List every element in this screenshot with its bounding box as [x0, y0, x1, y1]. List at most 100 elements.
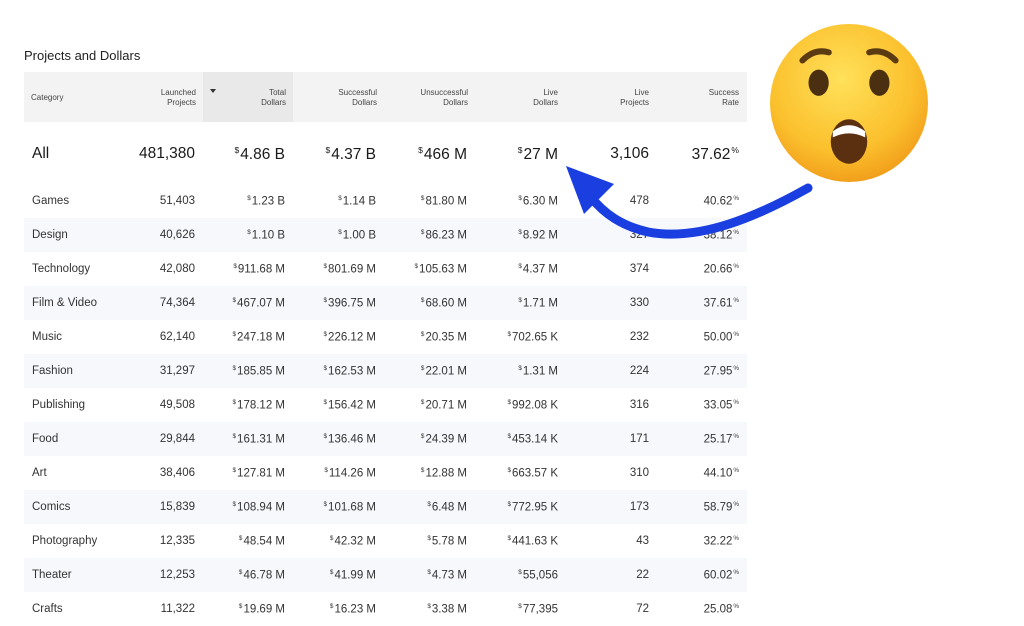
cell-total: $19.69 M: [239, 603, 285, 615]
cell-successful: $1.14 B: [338, 195, 376, 207]
cell-value: 72: [636, 603, 649, 615]
table-row[interactable]: Fashion 31,297 $185.85 M $162.53 M $22.01 M $…: [24, 354, 747, 388]
cell-rate: 25.08%: [704, 603, 739, 615]
table-row[interactable]: Film & Video 74,364 $467.07 M $396.75 M $68.…: [24, 286, 747, 320]
table-row[interactable]: Design 40,626 $1.10 B $1.00 B $86.23 M $8.92 …: [24, 218, 747, 252]
cell-live-dollars: $1.71 M: [518, 297, 558, 309]
cell-value: 37.61: [703, 297, 733, 310]
table-row[interactable]: Theater 12,253 $46.78 M $41.99 M $4.73 M $55,…: [24, 558, 747, 592]
cell-live-dollars: $8.92 M: [518, 229, 558, 241]
dollar-sign: $: [323, 433, 328, 440]
cell-category: Food: [32, 433, 59, 445]
cell-value: 40,626: [159, 229, 195, 241]
col-header-category[interactable]: Category: [31, 93, 63, 103]
dollar-sign: $: [518, 569, 522, 576]
cell-unsuccessful: $6.48 M: [427, 501, 467, 513]
col-header-launched-projects[interactable]: Launched Projects: [161, 88, 196, 107]
table-row[interactable]: Comics 15,839 $108.94 M $101.68 M $6.48 M $77…: [24, 490, 747, 524]
cell-launched: 42,080: [160, 263, 195, 275]
astonished-face-icon: [770, 24, 928, 182]
cell-successful: $162.53 M: [324, 365, 376, 377]
cell-value: 6.30 M: [522, 195, 558, 208]
cell-live-dollars: $453.14 K: [507, 433, 558, 445]
cell-launched: 49,508: [160, 399, 195, 411]
cell-successful: $114.26 M: [324, 467, 376, 479]
table-row[interactable]: Food 29,844 $161.31 M $136.46 M $24.39 M $453…: [24, 422, 747, 456]
cell-rate: 50.00%: [704, 331, 739, 343]
dollar-sign: $: [507, 535, 511, 542]
cell-unsuccessful: $105.63 M: [415, 263, 467, 275]
cell-value: 62,140: [159, 331, 195, 343]
cell-value: 114.26 M: [328, 467, 376, 480]
all-row[interactable]: All 481,380 $4.86 B $4.37 B $466 M $27 M…: [24, 122, 747, 184]
cell-value: 801.69 M: [328, 263, 376, 276]
dollar-sign: $: [420, 365, 425, 372]
dollar-sign: $: [323, 365, 328, 372]
table-row[interactable]: Art 38,406 $127.81 M $114.26 M $12.88 M $663.…: [24, 456, 747, 490]
cell-successful: $41.99 M: [330, 569, 376, 581]
dollar-sign: $: [232, 467, 237, 474]
cell-live-dollars: $772.95 K: [507, 501, 558, 513]
cell-value: 136.46 M: [328, 433, 376, 446]
table-row[interactable]: Games 51,403 $1.23 B $1.14 B $81.80 M $6.30 M…: [24, 184, 747, 218]
col-header-live-projects[interactable]: Live Projects: [620, 88, 649, 107]
cell-value: 43: [636, 535, 649, 547]
cell-value: 27.95: [703, 365, 733, 378]
table-row[interactable]: Music 62,140 $247.18 M $226.12 M $20.35 M $70…: [24, 320, 747, 354]
cell-value: 1.23 B: [251, 195, 285, 208]
col-header-unsuccessful-dollars[interactable]: Unsuccessful Dollars: [420, 88, 468, 107]
cell-unsuccessful: $5.78 M: [427, 535, 467, 547]
col-header-live-dollars[interactable]: Live Dollars: [533, 88, 558, 107]
cell-live-dollars: $4.37 M: [518, 263, 558, 275]
col-header-success-rate[interactable]: Success Rate: [709, 88, 739, 107]
cell-value: 772.95 K: [511, 501, 558, 514]
cell-category: Music: [32, 331, 63, 343]
cell-value: 81.80 M: [425, 195, 467, 208]
cell-value: 327: [629, 229, 649, 241]
cell-value: 46.78 M: [243, 569, 285, 582]
cell-value: 40.62: [703, 195, 733, 208]
col-header-successful-dollars[interactable]: Successful Dollars: [338, 88, 377, 107]
header-line2: Rate: [722, 97, 739, 107]
dollar-sign: $: [517, 145, 523, 155]
cell-successful: $156.42 M: [324, 399, 376, 411]
dollar-sign: $: [338, 229, 342, 236]
dollar-sign: $: [420, 433, 425, 440]
dollar-sign: $: [507, 501, 511, 508]
all-live-dollars-value: 27 M: [523, 145, 558, 163]
cell-unsuccessful: $20.71 M: [421, 399, 467, 411]
all-success-rate: 37.62%: [692, 145, 739, 164]
cell-category: Publishing: [32, 399, 86, 411]
cell-value: 478: [629, 195, 649, 207]
cell-value: 31,297: [159, 365, 195, 377]
percent-sign: %: [733, 501, 739, 508]
cell-live-projects: 224: [630, 365, 649, 377]
cell-total: $1.10 B: [247, 229, 285, 241]
table-row[interactable]: Publishing 49,508 $178.12 M $156.42 M $20.71…: [24, 388, 747, 422]
cell-successful: $226.12 M: [324, 331, 376, 343]
cell-unsuccessful: $12.88 M: [421, 467, 467, 479]
cell-live-dollars: $55,056: [518, 569, 558, 581]
percent-sign: %: [733, 365, 739, 372]
header-line1: Total: [269, 88, 286, 97]
cell-value: 1.14 B: [342, 195, 376, 208]
cell-value: 24.39 M: [425, 433, 467, 446]
cell-value: 171: [629, 433, 649, 445]
cell-rate: 40.62%: [704, 195, 739, 207]
table-row[interactable]: Technology 42,080 $911.68 M $801.69 M $105.6…: [24, 252, 747, 286]
cell-value: 12.88 M: [425, 467, 467, 480]
cell-unsuccessful: $81.80 M: [421, 195, 467, 207]
table-row[interactable]: Photography 12,335 $48.54 M $42.32 M $5.78 M…: [24, 524, 747, 558]
sort-caret-icon[interactable]: [210, 89, 216, 93]
cell-category: Design: [32, 229, 68, 241]
all-live-dollars: $27 M: [518, 145, 558, 164]
table-row[interactable]: Crafts 11,322 $19.69 M $16.23 M $3.38 M $77,3…: [24, 592, 747, 626]
cell-rate: 32.22%: [704, 535, 739, 547]
cell-rate: 33.05%: [704, 399, 739, 411]
percent-sign: %: [733, 331, 739, 338]
category-rows: Games 51,403 $1.23 B $1.14 B $81.80 M $6.30 M…: [24, 184, 747, 626]
col-header-total-dollars[interactable]: Total Dollars: [261, 88, 286, 107]
cell-value: 156.42 M: [328, 399, 376, 412]
header-line1: Live: [634, 88, 649, 97]
dollar-sign: $: [418, 145, 423, 155]
